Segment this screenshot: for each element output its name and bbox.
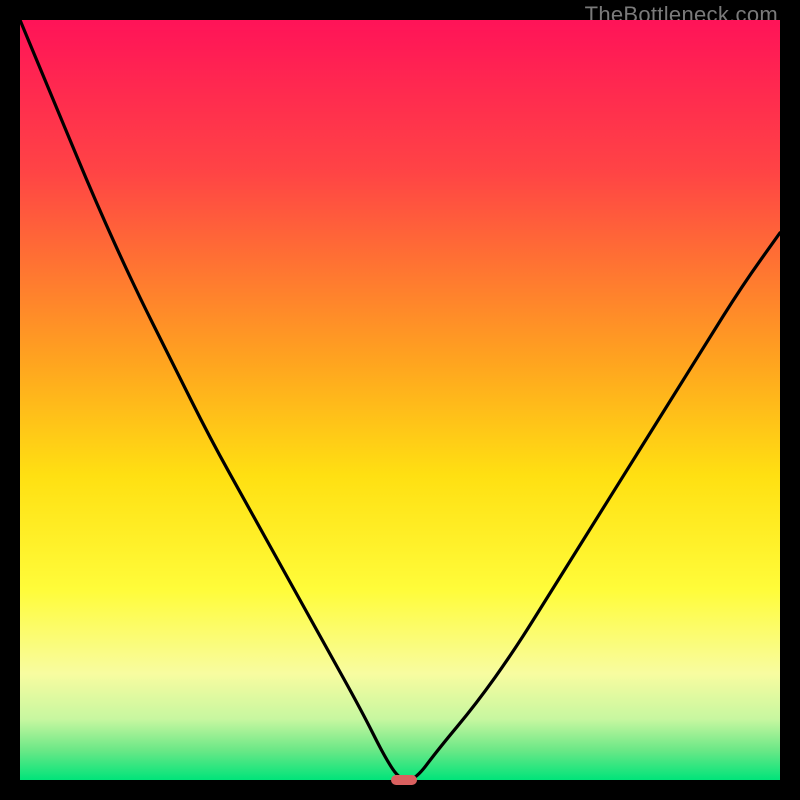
chart-container: TheBottleneck.com — [0, 0, 800, 800]
optimal-marker — [391, 775, 418, 786]
bottleneck-chart — [20, 20, 780, 780]
gradient-background — [20, 20, 780, 780]
